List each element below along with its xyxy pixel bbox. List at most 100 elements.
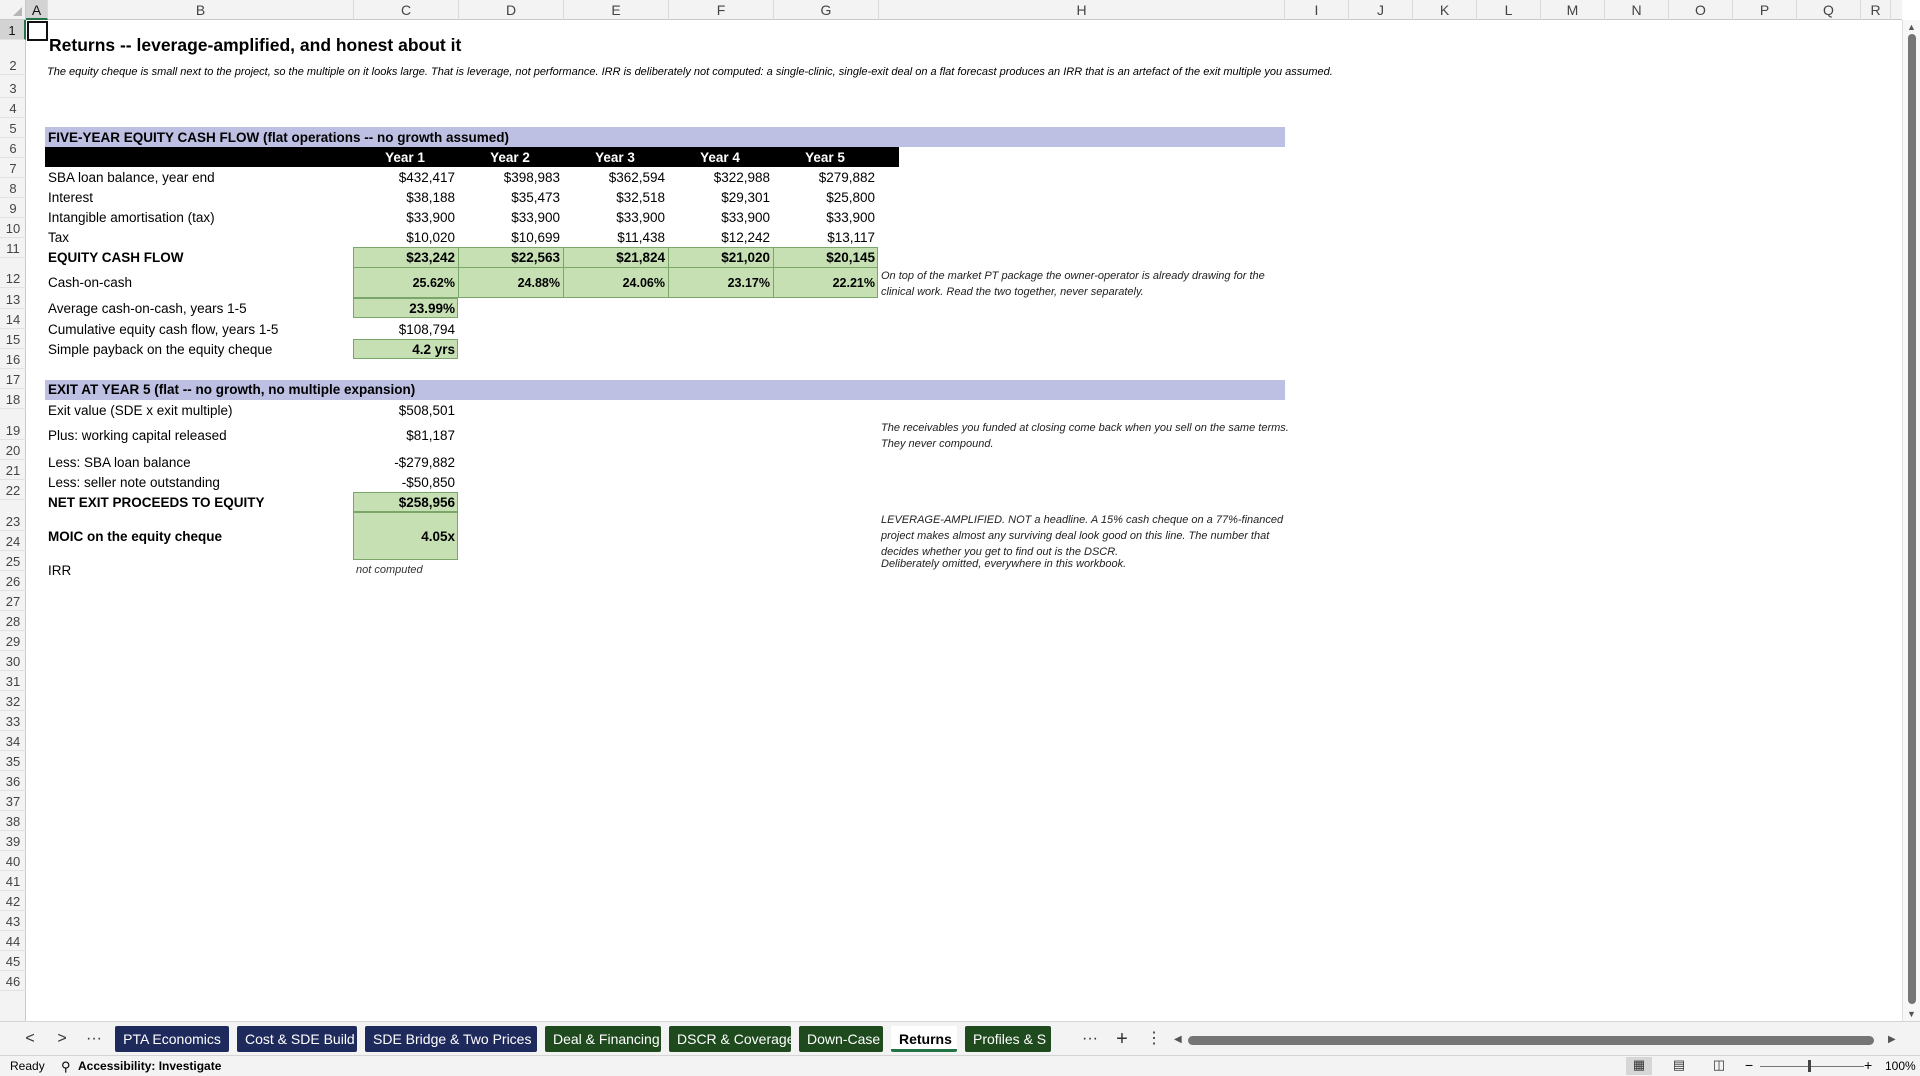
row-header-31[interactable]: 31 (0, 671, 26, 691)
row-header-44[interactable]: 44 (0, 931, 26, 951)
row-header-18[interactable]: 18 (0, 389, 26, 409)
row-header-43[interactable]: 43 (0, 911, 26, 931)
column-header-h[interactable]: H (879, 0, 1285, 20)
row-header-11[interactable]: 11 (0, 238, 26, 258)
row-header-42[interactable]: 42 (0, 891, 26, 911)
row-header-38[interactable]: 38 (0, 811, 26, 831)
zoom-slider-track[interactable] (1760, 1066, 1864, 1067)
sheet-tab-profiles-s[interactable]: Profiles & S (965, 1026, 1051, 1052)
row-header-25[interactable]: 25 (0, 551, 26, 571)
column-header-a[interactable]: A (26, 0, 48, 20)
normal-view-icon[interactable]: ▦ (1626, 1057, 1652, 1075)
row-header-37[interactable]: 37 (0, 791, 26, 811)
row-header-17[interactable]: 17 (0, 369, 26, 389)
row-header-41[interactable]: 41 (0, 871, 26, 891)
row-header-16[interactable]: 16 (0, 349, 26, 369)
row-header-9[interactable]: 9 (0, 198, 26, 218)
column-header-d[interactable]: D (459, 0, 564, 20)
row-header-20[interactable]: 20 (0, 440, 26, 460)
sheet-tab-down-case[interactable]: Down-Case (799, 1026, 883, 1052)
row-header-27[interactable]: 27 (0, 591, 26, 611)
select-all-corner[interactable] (0, 0, 26, 20)
sheet-options-button[interactable]: ⋮ (1142, 1027, 1166, 1051)
sheet-tab-dscr-coverage[interactable]: DSCR & Coverage (669, 1026, 791, 1052)
tab-next-button[interactable]: > (50, 1027, 74, 1051)
column-header-k[interactable]: K (1413, 0, 1477, 20)
irr-note: Deliberately omitted, everywhere in this… (881, 558, 1127, 570)
row-header-24[interactable]: 24 (0, 531, 26, 551)
scroll-up-icon[interactable]: ▲ (1907, 22, 1916, 32)
zoom-slider-thumb[interactable] (1808, 1060, 1811, 1072)
sheet-tab-pta-economics[interactable]: PTA Economics (115, 1026, 229, 1052)
column-header-o[interactable]: O (1669, 0, 1733, 20)
row-header-29[interactable]: 29 (0, 631, 26, 651)
column-header-j[interactable]: J (1349, 0, 1413, 20)
spreadsheet-grid[interactable]: ABCDEFGHIJKLMNOPQR 1 2 3 4 5 6 7 8 9 10 11 12 13 14 15… (0, 0, 1920, 1021)
row-header-14[interactable]: 14 (0, 309, 26, 329)
row-header-39[interactable]: 39 (0, 831, 26, 851)
row-header-8[interactable]: 8 (0, 178, 26, 198)
column-header-p[interactable]: P (1733, 0, 1797, 20)
column-header-r[interactable]: R (1861, 0, 1891, 20)
column-header-n[interactable]: N (1605, 0, 1669, 20)
column-header-m[interactable]: M (1541, 0, 1605, 20)
row-header-4[interactable]: 4 (0, 98, 26, 118)
row-header-3[interactable]: 3 (0, 75, 26, 98)
row-header-10[interactable]: 10 (0, 218, 26, 238)
active-cell-a1[interactable] (27, 21, 48, 41)
sheet-tab-cost-sde-build[interactable]: Cost & SDE Build (237, 1026, 357, 1052)
row-header-22[interactable]: 22 (0, 480, 26, 500)
scroll-down-icon[interactable]: ▼ (1907, 1009, 1916, 1019)
column-header-e[interactable]: E (564, 0, 669, 20)
row-header-28[interactable]: 28 (0, 611, 26, 631)
column-header-c[interactable]: C (354, 0, 459, 20)
column-header-l[interactable]: L (1477, 0, 1541, 20)
page-break-view-icon[interactable]: ◫ (1706, 1057, 1732, 1075)
zoom-in-button[interactable]: + (1864, 1057, 1872, 1073)
row-header-45[interactable]: 45 (0, 951, 26, 971)
accessibility-status[interactable]: Accessibility: Investigate (78, 1059, 221, 1073)
row-header-35[interactable]: 35 (0, 751, 26, 771)
vertical-scroll-thumb[interactable] (1908, 34, 1916, 1004)
zoom-level[interactable]: 100% (1885, 1059, 1916, 1073)
sheet-tab-returns[interactable]: Returns (891, 1026, 957, 1052)
row-header-21[interactable]: 21 (0, 460, 26, 480)
column-header-b[interactable]: B (48, 0, 354, 20)
row-header-13[interactable]: 13 (0, 288, 26, 309)
sheet-tab-deal-financing[interactable]: Deal & Financing (545, 1026, 661, 1052)
column-header-g[interactable]: G (774, 0, 879, 20)
tab-more-left-button[interactable]: ··· (82, 1027, 106, 1051)
row-header-15[interactable]: 15 (0, 329, 26, 349)
row-header-30[interactable]: 30 (0, 651, 26, 671)
horizontal-scroll-thumb[interactable] (1188, 1036, 1874, 1045)
row-header-46[interactable]: 46 (0, 971, 26, 991)
row-header-19[interactable]: 19 (0, 409, 26, 440)
tab-prev-button[interactable]: < (18, 1027, 42, 1051)
hscroll-left-icon[interactable]: ◀ (1174, 1034, 1182, 1045)
row-header-12[interactable]: 12 (0, 258, 26, 288)
zoom-out-button[interactable]: − (1745, 1057, 1753, 1073)
column-header-q[interactable]: Q (1797, 0, 1861, 20)
row-header-5[interactable]: 5 (0, 118, 26, 138)
row-header-23[interactable]: 23 (0, 500, 26, 531)
row-header-33[interactable]: 33 (0, 711, 26, 731)
accessibility-icon[interactable]: ⚲ (61, 1059, 71, 1075)
row-header-32[interactable]: 32 (0, 691, 26, 711)
row-header-36[interactable]: 36 (0, 771, 26, 791)
page-layout-view-icon[interactable]: ▤ (1666, 1057, 1692, 1075)
add-sheet-button[interactable]: + (1110, 1027, 1134, 1051)
row-header-6[interactable]: 6 (0, 138, 26, 158)
row-header-7[interactable]: 7 (0, 158, 26, 178)
hscroll-right-icon[interactable]: ▶ (1888, 1034, 1896, 1045)
row-header-26[interactable]: 26 (0, 571, 26, 591)
row-header-1[interactable]: 1 (0, 20, 26, 40)
cell-interest-y3: $32,518 (616, 190, 665, 205)
row-header-2[interactable]: 2 (0, 40, 26, 75)
row-header-34[interactable]: 34 (0, 731, 26, 751)
tab-more-right-button[interactable]: ··· (1078, 1027, 1102, 1051)
vertical-scrollbar[interactable]: ▲ ▼ (1902, 20, 1920, 1021)
column-header-f[interactable]: F (669, 0, 774, 20)
sheet-tab-sde-bridge-two-prices[interactable]: SDE Bridge & Two Prices (365, 1026, 537, 1052)
row-header-40[interactable]: 40 (0, 851, 26, 871)
column-header-i[interactable]: I (1285, 0, 1349, 20)
